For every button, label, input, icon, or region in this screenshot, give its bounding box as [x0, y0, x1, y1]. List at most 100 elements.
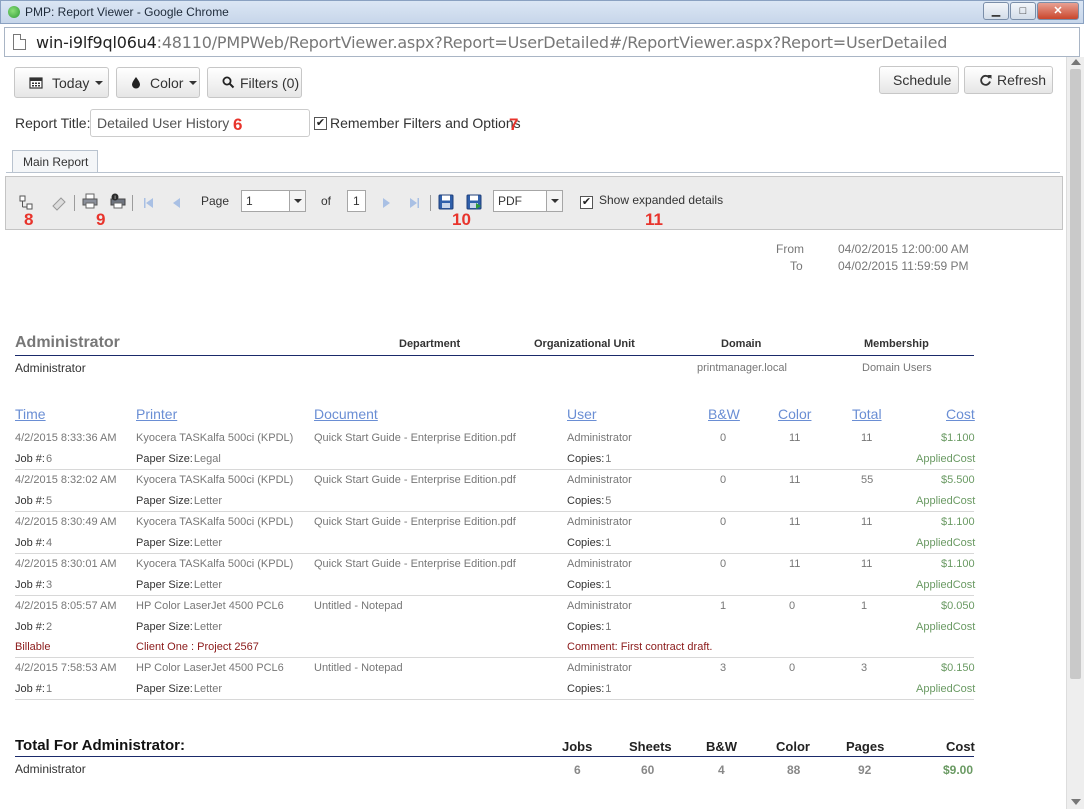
- row-job-label: Job #:: [15, 579, 45, 591]
- toolbar-separator: [132, 195, 133, 211]
- row-printer: HP Color LaserJet 4500 PCL6: [136, 600, 284, 612]
- column-total[interactable]: Total: [852, 406, 882, 422]
- row-cost: $0.150: [941, 662, 975, 674]
- row-total: 3: [861, 662, 868, 674]
- scrollbar-thumb[interactable]: [1070, 69, 1081, 679]
- row-job: Job #:1: [15, 683, 52, 695]
- row-copies-value: 1: [605, 537, 612, 549]
- tab-main-report[interactable]: Main Report: [12, 150, 98, 173]
- scroll-up-icon[interactable]: [1071, 59, 1081, 65]
- column-color[interactable]: Color: [778, 406, 811, 422]
- row-user: Administrator: [567, 558, 632, 570]
- row-copies: Copies:1: [567, 579, 611, 591]
- column-bw[interactable]: B&W: [708, 406, 740, 422]
- row-document: Quick Start Guide - Enterprise Edition.p…: [314, 516, 516, 528]
- window-controls: ▁ □ ✕: [982, 2, 1079, 20]
- color-dropdown[interactable]: Color: [116, 67, 200, 98]
- of-label: of: [321, 194, 332, 208]
- row-applied-cost: AppliedCost: [916, 495, 976, 507]
- maximize-button[interactable]: □: [1010, 2, 1036, 20]
- row-comment: Comment: First contract draft.: [567, 641, 713, 653]
- row-time: 4/2/2015 8:33:36 AM: [15, 432, 117, 444]
- row-user: Administrator: [567, 474, 632, 486]
- print-setup-icon[interactable]: i: [110, 193, 126, 209]
- row-bw: 0: [720, 432, 727, 444]
- totals-header-jobs: Jobs: [562, 739, 593, 754]
- show-expanded-checkbox[interactable]: ✔: [580, 196, 593, 209]
- row-cost: $0.050: [941, 600, 975, 612]
- row-divider: [15, 657, 974, 658]
- marker-9: 9: [96, 210, 106, 229]
- column-time[interactable]: Time: [15, 406, 46, 422]
- totals-header-cost: Cost: [946, 739, 975, 754]
- url-path: :48110/PMPWeb/ReportViewer.aspx?Report=U…: [156, 33, 948, 52]
- remember-filters-checkbox[interactable]: ✔: [314, 117, 327, 130]
- date-range-dropdown[interactable]: Today: [14, 67, 109, 98]
- close-button[interactable]: ✕: [1037, 2, 1079, 20]
- column-user[interactable]: User: [567, 406, 597, 422]
- show-expanded-label: Show expanded details: [599, 193, 724, 207]
- row-job-value: 4: [45, 537, 53, 549]
- next-page-icon[interactable]: [378, 195, 394, 211]
- totals-rule: [15, 756, 974, 757]
- row-color: 11: [789, 516, 801, 528]
- export-icon[interactable]: [466, 194, 482, 210]
- url-text[interactable]: win-i9lf9ql06u4:48110/PMPWeb/ReportViewe…: [36, 33, 947, 52]
- export-format-select[interactable]: PDF: [493, 190, 563, 212]
- totals-header-sheets: Sheets: [629, 739, 672, 754]
- last-page-icon[interactable]: [406, 195, 422, 211]
- previous-page-icon[interactable]: [169, 195, 185, 211]
- row-document: Quick Start Guide - Enterprise Edition.p…: [314, 432, 516, 444]
- minimize-button[interactable]: ▁: [983, 2, 1009, 20]
- from-value: 04/02/2015 12:00:00 AM: [838, 242, 969, 256]
- document-map-icon[interactable]: [19, 195, 35, 211]
- row-paper-size-value: Letter: [193, 537, 223, 549]
- row-applied-cost: AppliedCost: [916, 579, 976, 591]
- schedule-label: Schedule: [893, 72, 952, 88]
- address-bar[interactable]: win-i9lf9ql06u4:48110/PMPWeb/ReportViewe…: [4, 27, 1080, 57]
- page-number-value: 1: [246, 194, 253, 208]
- row-job: Job #:4: [15, 537, 52, 549]
- row-copies-value: 5: [605, 495, 612, 507]
- refresh-button[interactable]: Refresh: [964, 66, 1053, 94]
- marker-6: 6: [233, 115, 243, 134]
- save-icon[interactable]: [438, 194, 454, 210]
- totals-title: Total For Administrator:: [15, 737, 185, 754]
- filters-label: Filters (0): [240, 74, 300, 91]
- row-printer: Kyocera TASKalfa 500ci (KPDL): [136, 516, 294, 528]
- row-paper-size-value: Legal: [193, 453, 221, 465]
- row-divider: [15, 699, 974, 700]
- row-cost: $1.100: [941, 558, 975, 570]
- row-time: 4/2/2015 8:30:49 AM: [15, 516, 117, 528]
- first-page-icon[interactable]: [141, 195, 157, 211]
- print-icon[interactable]: [82, 193, 98, 209]
- parameters-icon[interactable]: [51, 195, 67, 211]
- row-document: Quick Start Guide - Enterprise Edition.p…: [314, 558, 516, 570]
- filters-button[interactable]: Filters (0): [207, 67, 302, 98]
- row-divider: [15, 511, 974, 512]
- schedule-button[interactable]: Schedule: [879, 66, 959, 94]
- row-paper-size-label: Paper Size:: [136, 683, 193, 695]
- report-title-input[interactable]: Detailed User History: [90, 109, 310, 137]
- page-number-select[interactable]: 1: [241, 190, 306, 212]
- column-cost[interactable]: Cost: [946, 406, 975, 422]
- svg-text:i: i: [114, 195, 115, 201]
- row-billable: Billable: [15, 641, 51, 653]
- row-paper-size: Paper Size:Letter: [136, 621, 222, 633]
- row-copies: Copies:1: [567, 621, 611, 633]
- column-printer[interactable]: Printer: [136, 406, 177, 422]
- row-job-value: 1: [45, 683, 53, 695]
- vertical-scrollbar[interactable]: [1066, 57, 1084, 809]
- domain-value: printmanager.local: [697, 362, 787, 374]
- row-applied-cost: AppliedCost: [916, 537, 976, 549]
- url-host: win-i9lf9ql06u4: [36, 33, 157, 52]
- domain-header: Domain: [721, 338, 762, 350]
- row-color: 11: [789, 432, 801, 444]
- toolbar-separator: [74, 195, 75, 211]
- row-job-label: Job #:: [15, 537, 45, 549]
- row-divider: [15, 595, 974, 596]
- column-document[interactable]: Document: [314, 406, 378, 422]
- total-pages-box: 1: [347, 190, 366, 212]
- scroll-down-icon[interactable]: [1071, 799, 1081, 805]
- to-label: To: [790, 259, 803, 273]
